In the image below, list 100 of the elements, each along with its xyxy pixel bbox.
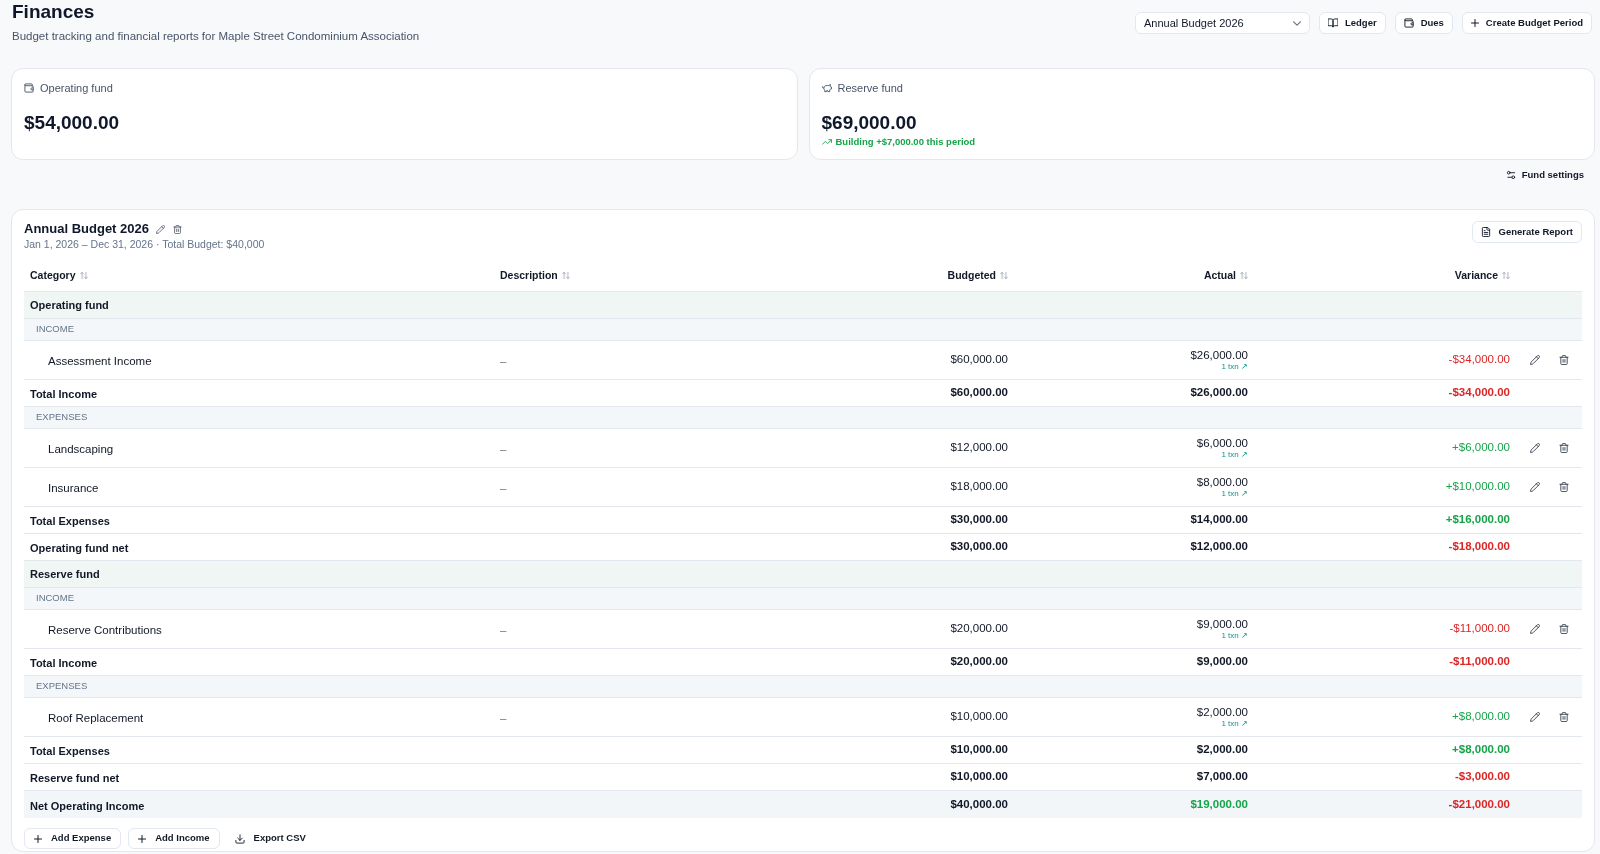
column-header[interactable]: Category: [30, 267, 88, 284]
total-label: Total Expenses: [30, 515, 110, 527]
actual-cell: $9,000.00: [1196, 617, 1248, 631]
variance-cell-text: +$10,000.00: [1445, 479, 1510, 495]
delete-button[interactable]: [1557, 480, 1571, 494]
total-label: Total Expenses: [30, 745, 110, 757]
edit-button[interactable]: [1528, 622, 1542, 636]
budgeted-cell-text: $10,000.00: [950, 769, 1008, 785]
transactions-link[interactable]: 1 txn ↗: [1221, 488, 1248, 499]
actual-cell-text: $9,000.00: [1196, 654, 1248, 670]
pencil-icon: [1530, 443, 1540, 453]
budgeted-cell-text: $60,000.00: [950, 385, 1008, 401]
category-cell: Assessment Income: [48, 355, 152, 367]
section-label: EXPENSES: [36, 679, 88, 694]
edit-button[interactable]: [1528, 441, 1542, 455]
budget-period-info: Jan 1, 2026 – Dec 31, 2026 · Total Budget: $40,000: [24, 237, 265, 251]
add-income-button[interactable]: Add Income: [128, 828, 220, 849]
actual-cell: $2,000.00: [1196, 705, 1248, 719]
description-cell: –: [500, 624, 507, 636]
variance-cell-text: -$11,000.00: [1449, 621, 1510, 637]
add-expense-button[interactable]: Add Expense: [24, 828, 122, 849]
edit-button[interactable]: [1528, 710, 1542, 724]
fund-settings-button[interactable]: Fund settings: [1505, 167, 1584, 183]
dues-button[interactable]: Dues: [1394, 12, 1453, 34]
ledger-button[interactable]: Ledger: [1318, 12, 1386, 34]
budgeted-cell-text: $10,000.00: [950, 709, 1008, 725]
total-label: Total Income: [30, 388, 98, 400]
category-cell: Landscaping: [48, 443, 114, 455]
page-subtitle: Budget tracking and financial reports for Maple Street Condominium Association: [12, 29, 420, 44]
description-cell: –: [500, 712, 507, 724]
total-label: Net Operating Income: [30, 799, 145, 812]
trash-icon: [1559, 482, 1569, 492]
trash-icon: [1559, 355, 1569, 365]
piggy-bank-icon: [821, 83, 832, 93]
variance-cell-text: +$8,000.00: [1452, 742, 1510, 758]
trash-icon: [172, 224, 182, 234]
total-label: Total Income: [30, 657, 98, 669]
transactions-link[interactable]: 1 txn ↗: [1221, 630, 1248, 641]
book-icon: [1327, 18, 1338, 28]
actual-cell-text: $12,000.00: [1190, 539, 1248, 555]
variance-cell-text: -$3,000.00: [1455, 769, 1510, 785]
sort-icon: [79, 272, 88, 279]
fund-label: Operating fund: [40, 80, 113, 96]
trash-icon: [1559, 712, 1569, 722]
section-label: EXPENSES: [36, 410, 88, 425]
create-budget-period-button[interactable]: Create Budget Period: [1461, 12, 1592, 34]
column-header[interactable]: Actual: [1203, 267, 1248, 284]
description-cell: –: [500, 355, 507, 367]
category-cell: Insurance: [48, 482, 99, 494]
delete-button[interactable]: [1557, 710, 1571, 724]
transactions-link[interactable]: 1 txn ↗: [1221, 449, 1248, 460]
variance-cell-text: -$18,000.00: [1448, 539, 1510, 555]
delete-button[interactable]: [1557, 353, 1571, 367]
plus-icon: [138, 834, 147, 843]
edit-button[interactable]: [1528, 353, 1542, 367]
delete-button[interactable]: [171, 223, 183, 235]
actual-cell: $26,000.00: [1190, 348, 1248, 362]
fund-amount: $69,000.00: [821, 111, 917, 135]
file-icon: [1480, 227, 1491, 237]
total-label: Operating fund net: [30, 542, 129, 554]
actual-cell: $6,000.00: [1196, 436, 1248, 450]
budgeted-cell-text: $20,000.00: [950, 654, 1008, 670]
column-header[interactable]: Description: [500, 267, 570, 284]
transactions-link[interactable]: 1 txn ↗: [1221, 718, 1248, 729]
plus-icon: [34, 834, 42, 843]
trash-icon: [1559, 624, 1569, 634]
sort-icon: [1502, 272, 1510, 279]
sort-icon: [1000, 272, 1008, 279]
category-cell: Roof Replacement: [48, 712, 144, 724]
actual-cell-text: $26,000.00: [1190, 385, 1248, 401]
sort-icon: [1240, 272, 1248, 279]
variance-cell-text: +$16,000.00: [1445, 512, 1510, 528]
period-select[interactable]: Annual Budget 2026: [1134, 12, 1310, 34]
fund-group-label: Reserve fund: [30, 566, 100, 582]
column-header[interactable]: Variance: [1454, 267, 1510, 284]
delete-button[interactable]: [1557, 441, 1571, 455]
pencil-icon: [1530, 624, 1540, 634]
fund-amount: $54,000.00: [24, 111, 120, 135]
fund-trend: Building +$7,000.00 this period: [835, 134, 976, 149]
section-label: INCOME: [36, 591, 74, 606]
variance-cell-text: -$34,000.00: [1448, 385, 1510, 401]
total-label: Reserve fund net: [30, 772, 120, 784]
edit-button[interactable]: [1528, 480, 1542, 494]
variance-cell-text: +$6,000.00: [1452, 440, 1510, 456]
budgeted-cell-text: $20,000.00: [950, 621, 1008, 637]
fund-label: Reserve fund: [837, 80, 903, 96]
sliders-icon: [1505, 170, 1516, 180]
actual-cell-text: $19,000.00: [1190, 796, 1248, 812]
transactions-link[interactable]: 1 txn ↗: [1221, 361, 1248, 372]
pencil-icon: [1530, 482, 1540, 492]
generate-report-button[interactable]: Generate Report: [1471, 221, 1582, 243]
delete-button[interactable]: [1557, 622, 1571, 636]
budgeted-cell-text: $30,000.00: [950, 512, 1008, 528]
edit-button[interactable]: [154, 223, 166, 235]
variance-cell-text: -$21,000.00: [1448, 796, 1510, 812]
export-csv-button[interactable]: Export CSV: [226, 828, 314, 849]
budgeted-cell-text: $60,000.00: [950, 352, 1008, 368]
column-header[interactable]: Budgeted: [947, 267, 1008, 284]
plus-icon: [1470, 19, 1479, 27]
variance-cell-text: -$34,000.00: [1448, 352, 1510, 368]
